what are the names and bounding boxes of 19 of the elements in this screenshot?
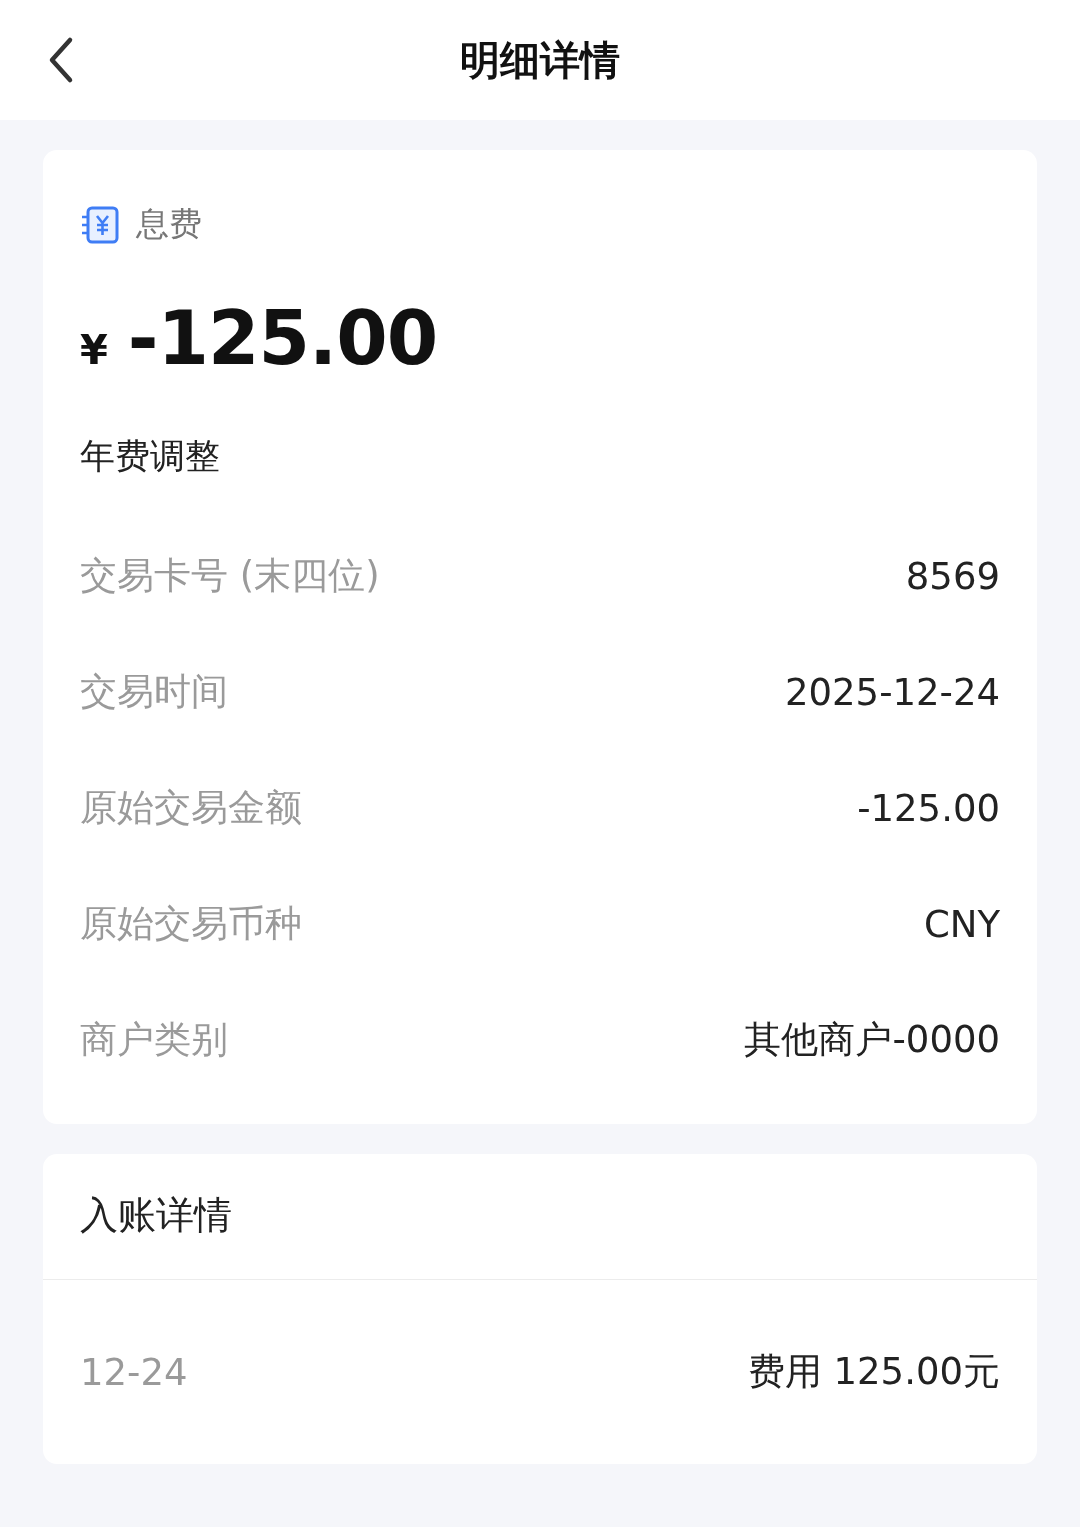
field-value: -125.00 (857, 786, 1000, 830)
field-value: CNY (923, 902, 1000, 946)
posting-date: 12-24 (80, 1350, 188, 1394)
category-label: 息费 (136, 203, 202, 245)
receipt-icon (80, 204, 120, 245)
field-label: 交易卡号 (末四位) (80, 553, 380, 599)
posting-amount: 费用 125.00元 (747, 1349, 1000, 1395)
field-value: 其他商户-0000 (744, 1017, 1000, 1063)
transaction-description: 年费调整 (79, 435, 221, 478)
field-label: 原始交易金额 (80, 785, 302, 831)
amount: -125.00 (127, 295, 438, 381)
field-label: 原始交易币种 (80, 901, 302, 947)
field-value: 2025-12-24 (784, 670, 1000, 714)
field-label: 商户类别 (80, 1017, 228, 1063)
field-label: 交易时间 (80, 669, 228, 715)
section-title: 入账详情 (43, 1154, 1037, 1280)
field-value: 8569 (905, 554, 1000, 598)
page-title: 明细详情 (460, 35, 620, 85)
currency-symbol: ¥ (80, 327, 108, 373)
